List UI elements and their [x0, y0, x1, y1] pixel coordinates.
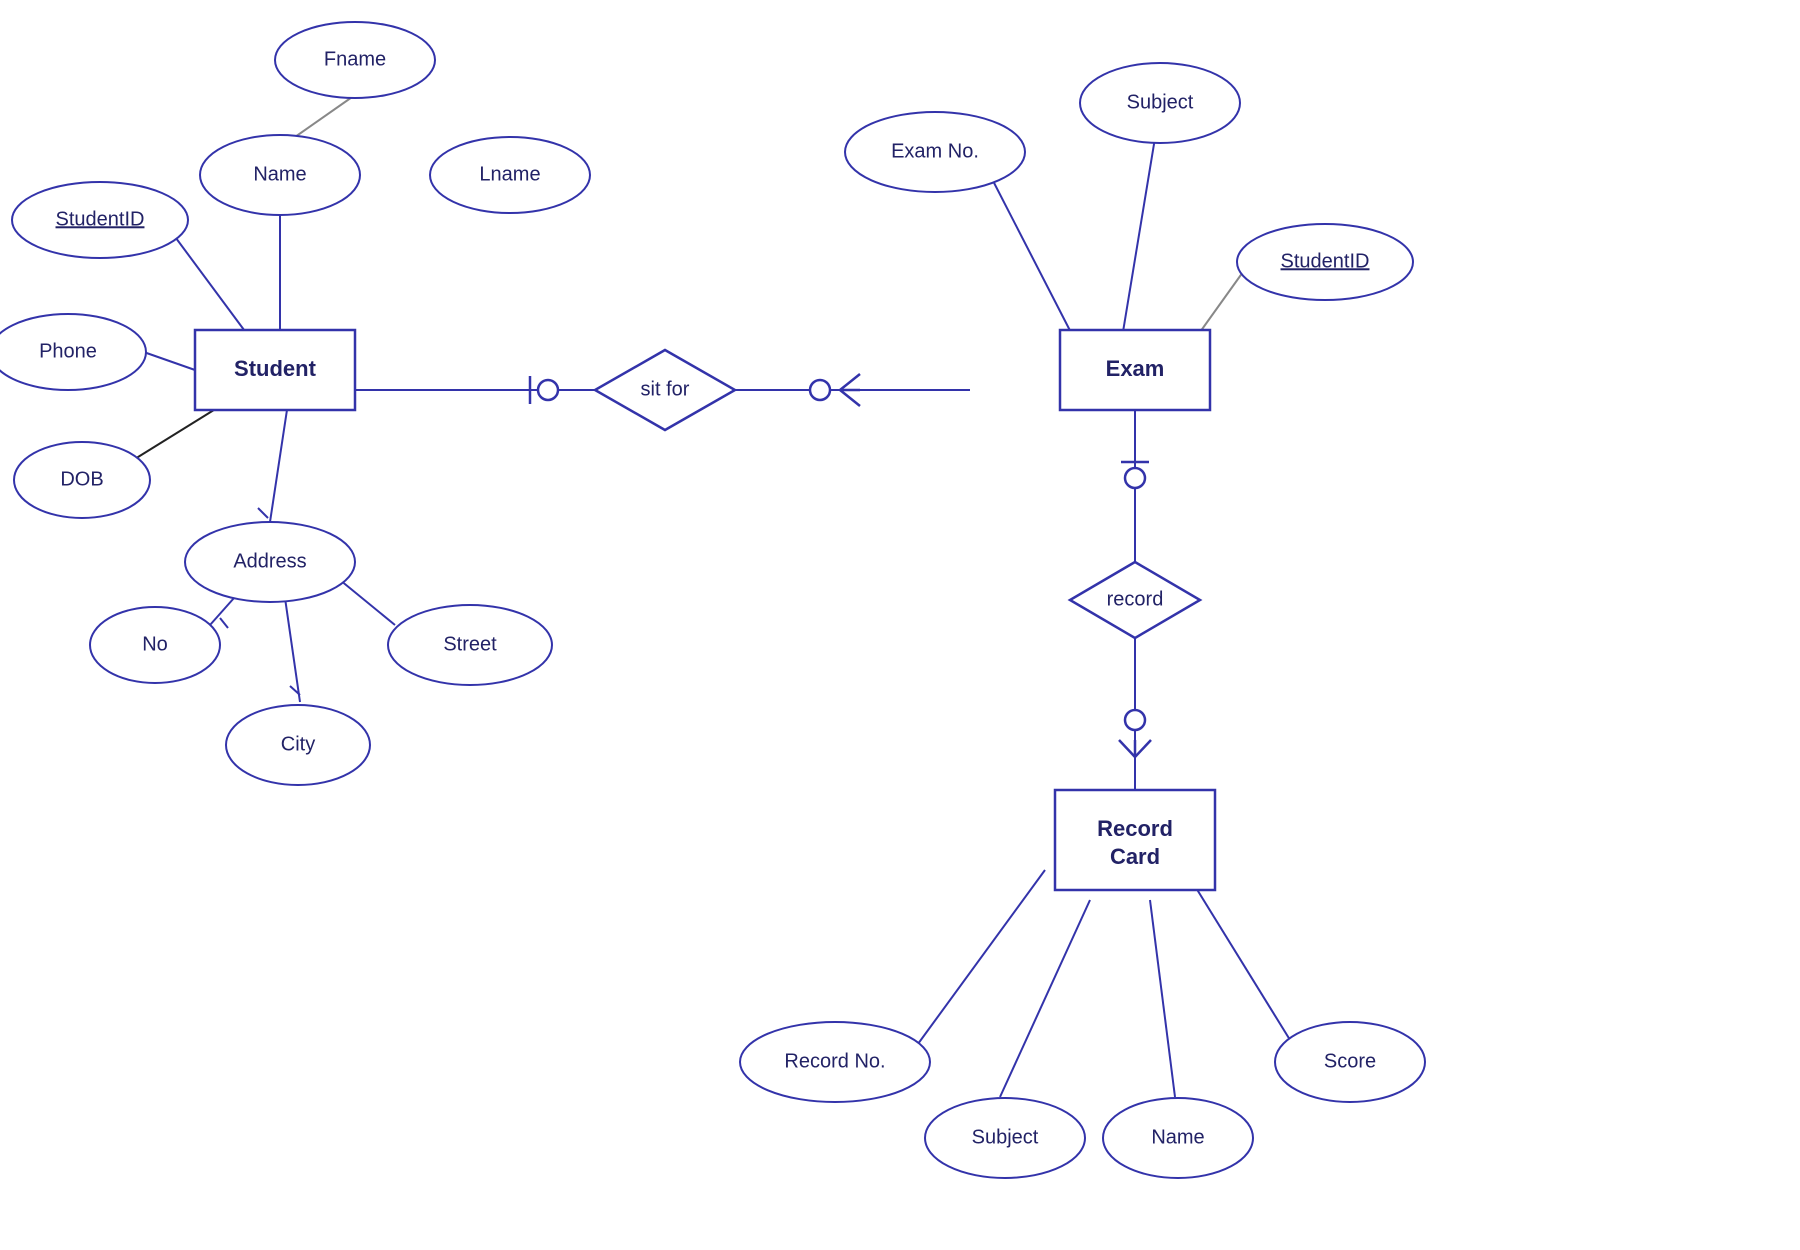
name-record-label: Name — [1151, 1126, 1204, 1148]
crowfoot-bot — [840, 390, 860, 406]
sit-for-label: sit for — [641, 378, 690, 400]
subject-exam-line — [1120, 138, 1155, 350]
street-address-line — [340, 580, 395, 625]
address-label: Address — [233, 550, 306, 572]
record-crowfoot-top — [1119, 740, 1135, 757]
exam-record-circle — [1125, 468, 1145, 488]
dob-label: DOB — [60, 468, 103, 490]
name-record-card-line — [1150, 900, 1175, 1097]
recordno-card-line — [915, 870, 1045, 1048]
phone-label: Phone — [39, 340, 97, 362]
city-label: City — [281, 733, 315, 755]
record-card-circle — [1125, 710, 1145, 730]
score-label: Score — [1324, 1050, 1376, 1072]
record-card-entity-label: Record — [1097, 816, 1173, 841]
score-record-card-line — [1185, 870, 1295, 1048]
name-label: Name — [253, 163, 306, 185]
studentid-student-line — [170, 230, 250, 338]
studentid-student-label: StudentID — [56, 208, 145, 230]
fname-name-line — [295, 95, 355, 137]
record-label: record — [1107, 588, 1164, 610]
record-crowfoot-bot — [1135, 740, 1151, 757]
address-tick — [258, 508, 268, 518]
subject-record-label: Subject — [972, 1126, 1039, 1148]
sit-for-circle2 — [810, 380, 830, 400]
record-card-entity-label2: Card — [1110, 844, 1160, 869]
student-entity-label: Student — [234, 356, 317, 381]
fname-label: Fname — [324, 48, 386, 70]
no-label: No — [142, 633, 168, 655]
sit-for-circle1 — [538, 380, 558, 400]
street-label: Street — [443, 633, 497, 655]
record-no-label: Record No. — [784, 1050, 885, 1072]
exam-entity-label: Exam — [1106, 356, 1165, 381]
er-diagram: Student Exam Record Card sit for record … — [0, 0, 1800, 1250]
no-tick — [220, 618, 228, 628]
subject-record-card-line — [1000, 900, 1090, 1097]
city-address-line — [285, 598, 300, 702]
crowfoot-top — [840, 374, 860, 390]
examno-exam-line — [990, 175, 1080, 350]
studentid-exam-label: StudentID — [1281, 250, 1370, 272]
exam-no-label: Exam No. — [891, 140, 979, 162]
subject-exam-label: Subject — [1127, 91, 1194, 113]
lname-label: Lname — [479, 163, 540, 185]
